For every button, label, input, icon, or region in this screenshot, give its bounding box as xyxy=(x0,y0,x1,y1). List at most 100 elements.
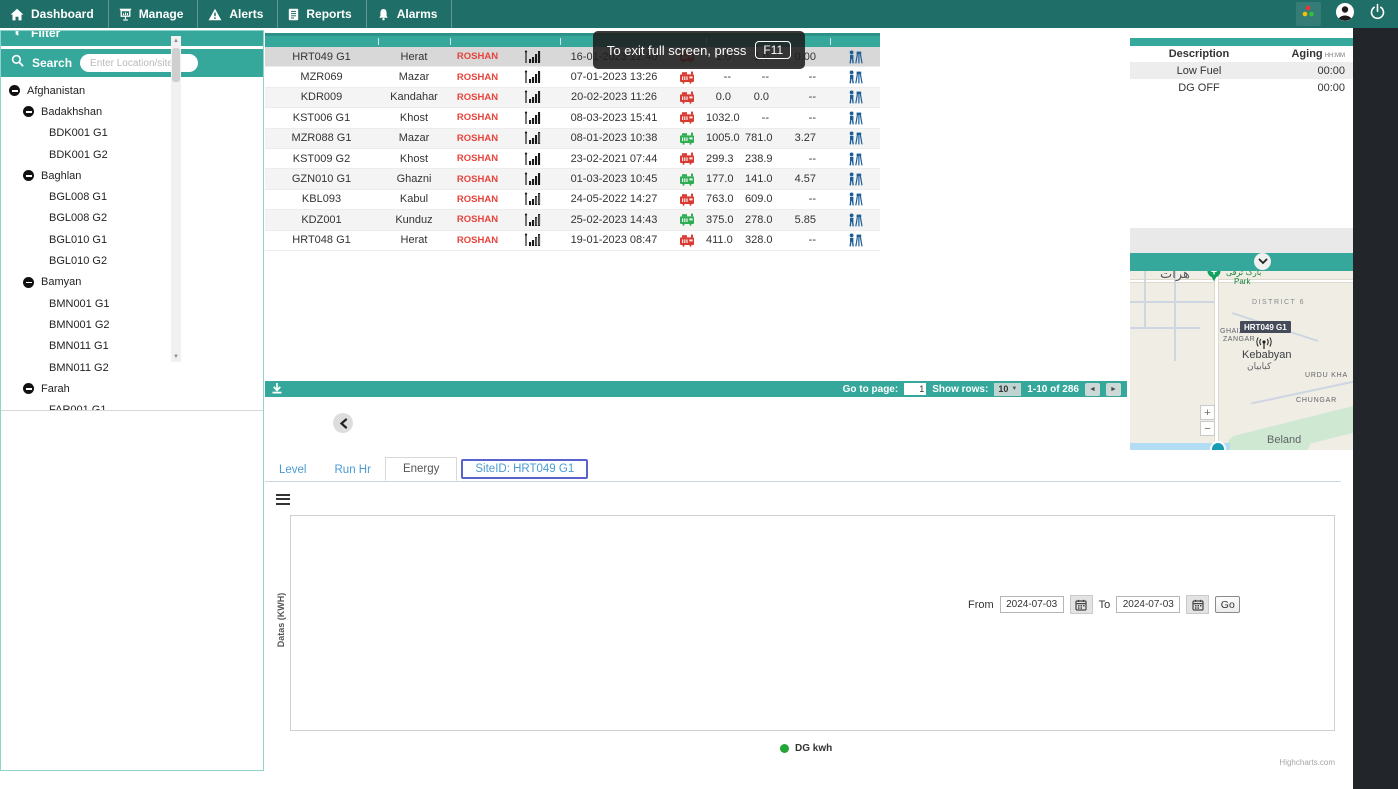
nav-item-alarms[interactable]: Alarms xyxy=(367,0,453,28)
map-site-marker[interactable] xyxy=(1210,441,1226,450)
table-row-kst006-g1[interactable]: KST006 G1KhostROSHAN08-03-2023 15:411032… xyxy=(265,108,880,128)
tab-run-hr[interactable]: Run Hr xyxy=(321,459,385,481)
site-engineer-icon[interactable] xyxy=(830,152,880,166)
go-button[interactable]: Go xyxy=(1215,596,1240,613)
scroll-up-icon[interactable]: ▲ xyxy=(171,36,181,46)
tree-node-bdk001-g2[interactable]: BDK001 G2 xyxy=(1,144,263,165)
table-row-mzr069[interactable]: MZR069MazarROSHAN07-01-2023 13:26------ xyxy=(265,67,880,87)
tree-node-bgl008-g1[interactable]: BGL008 G1 xyxy=(1,186,263,207)
table-row-hrt048-g1[interactable]: HRT048 G1HeratROSHAN19-01-2023 08:47411.… xyxy=(265,231,880,251)
map-collapse-button[interactable] xyxy=(1254,253,1271,270)
tree-node-bmn001-g2[interactable]: BMN001 G2 xyxy=(1,314,263,335)
collapse-node-icon[interactable] xyxy=(23,106,34,117)
value1-cell: 177.0 xyxy=(706,173,745,185)
signal-strength-icon xyxy=(505,70,560,84)
antenna-icon[interactable] xyxy=(1255,337,1273,355)
tree-node-bgl010-g1[interactable]: BGL010 G1 xyxy=(1,229,263,250)
chart-menu-icon[interactable] xyxy=(276,494,290,506)
site-engineer-icon[interactable] xyxy=(830,131,880,145)
tab-siteid-hrt049-g1[interactable]: SiteID: HRT049 G1 xyxy=(461,459,588,479)
tree-node-bmn011-g1[interactable]: BMN011 G1 xyxy=(1,336,263,357)
status-dots-icon[interactable] xyxy=(1296,2,1321,26)
app-root: DashboardManageAlertsReportsAlarms xyxy=(0,0,1398,789)
from-date-input[interactable] xyxy=(1000,596,1064,613)
download-icon[interactable] xyxy=(271,382,283,397)
from-calendar-button[interactable] xyxy=(1070,595,1093,614)
map-place-label-ar: کبابیان xyxy=(1247,362,1271,372)
site-engineer-icon[interactable] xyxy=(830,213,880,227)
collapse-node-icon[interactable] xyxy=(23,383,34,394)
collapse-detail-button[interactable] xyxy=(333,413,353,433)
chart-legend[interactable]: DG kwh xyxy=(780,743,832,754)
table-row-kst009-g2[interactable]: KST009 G2KhostROSHAN23-02-2021 07:44299.… xyxy=(265,149,880,169)
tree-node-badakhshan[interactable]: Badakhshan xyxy=(1,101,263,122)
home-icon xyxy=(10,8,24,21)
site-engineer-icon[interactable] xyxy=(830,111,880,125)
tree-node-farah[interactable]: Farah xyxy=(1,378,263,399)
table-row-kdz001[interactable]: KDZ001KunduzROSHAN25-02-2023 14:43375.02… xyxy=(265,210,880,230)
tree-node-bgl008-g2[interactable]: BGL008 G2 xyxy=(1,208,263,229)
next-page-button[interactable]: ► xyxy=(1106,383,1121,396)
scrollbar-thumb[interactable] xyxy=(172,48,180,82)
page-number-input[interactable] xyxy=(904,383,926,395)
tab-level[interactable]: Level xyxy=(265,459,321,481)
collapse-node-icon[interactable] xyxy=(9,85,20,96)
tree-scrollbar[interactable]: ▲ ▼ xyxy=(171,36,181,362)
prev-page-button[interactable]: ◄ xyxy=(1085,383,1100,396)
collapse-node-icon[interactable] xyxy=(23,170,34,181)
tab-energy[interactable]: Energy xyxy=(385,457,457,481)
site-engineer-icon[interactable] xyxy=(830,192,880,206)
map-zoom-in-button[interactable]: + xyxy=(1200,405,1215,420)
operator-cell: ROSHAN xyxy=(450,174,505,185)
chart-y-axis-label: Datas (KWH) xyxy=(276,560,286,680)
generator-status-icon xyxy=(668,132,706,145)
nav-item-dashboard[interactable]: Dashboard xyxy=(0,0,109,28)
chart-credits[interactable]: Highcharts.com xyxy=(1250,758,1335,767)
filter-bar[interactable]: Filter xyxy=(1,31,263,48)
signal-strength-icon xyxy=(505,192,560,206)
tree-node-bamyan[interactable]: Bamyan xyxy=(1,272,263,293)
to-date-input[interactable] xyxy=(1116,596,1180,613)
to-calendar-button[interactable] xyxy=(1186,595,1209,614)
nav-item-reports[interactable]: Reports xyxy=(278,0,366,28)
site-engineer-icon[interactable] xyxy=(830,50,880,64)
tree-node-far001-g1[interactable]: FAR001 G1 xyxy=(1,399,263,410)
nav-item-alerts[interactable]: Alerts xyxy=(198,0,278,28)
table-row-kbl093[interactable]: KBL093KabulROSHAN24-05-2022 14:27763.060… xyxy=(265,190,880,210)
map-site-badge[interactable]: HRT049 G1 xyxy=(1240,321,1291,333)
location-cell: Khost xyxy=(378,112,450,124)
table-row-mzr088-g1[interactable]: MZR088 G1MazarROSHAN08-01-2023 10:381005… xyxy=(265,129,880,149)
tree-node-bgl010-g2[interactable]: BGL010 G2 xyxy=(1,250,263,271)
tree-node-label: FAR001 G1 xyxy=(49,404,106,410)
alarm-row-low-fuel[interactable]: Low Fuel00:00 xyxy=(1130,62,1353,79)
site-engineer-icon[interactable] xyxy=(830,172,880,186)
map-road xyxy=(1144,271,1146,329)
map-panel-bar xyxy=(1130,253,1353,271)
rows-per-page-dropdown[interactable]: 10 ▼ xyxy=(994,383,1021,396)
fullscreen-tooltip-text: To exit full screen, press xyxy=(607,43,746,58)
alarm-summary-panel: Description AgingHH:MM Low Fuel00:00DG O… xyxy=(1130,38,1353,96)
site-id-cell: KST006 G1 xyxy=(265,112,378,124)
site-engineer-icon[interactable] xyxy=(830,233,880,247)
tree-node-bdk001-g1[interactable]: BDK001 G1 xyxy=(1,123,263,144)
value3-cell: 5.85 xyxy=(783,214,830,226)
operator-cell: ROSHAN xyxy=(450,51,505,62)
site-map[interactable]: هرات بارک ترقی Park DISTRICT 6 GHAIZAN Z… xyxy=(1130,271,1353,450)
power-icon[interactable] xyxy=(1369,3,1386,25)
user-icon[interactable] xyxy=(1335,2,1355,27)
value2-cell: 0.0 xyxy=(745,91,783,103)
tree-node-baghlan[interactable]: Baghlan xyxy=(1,165,263,186)
alarm-row-dg-off[interactable]: DG OFF00:00 xyxy=(1130,79,1353,96)
site-engineer-icon[interactable] xyxy=(830,90,880,104)
scroll-down-icon[interactable]: ▼ xyxy=(171,352,181,362)
table-row-gzn010-g1[interactable]: GZN010 G1GhazniROSHAN01-03-2023 10:45177… xyxy=(265,169,880,189)
site-engineer-icon[interactable] xyxy=(830,70,880,84)
table-row-kdr009[interactable]: KDR009KandaharROSHAN20-02-2023 11:260.00… xyxy=(265,88,880,108)
collapse-node-icon[interactable] xyxy=(23,277,34,288)
nav-item-manage[interactable]: Manage xyxy=(109,0,199,28)
map-zoom-out-button[interactable]: − xyxy=(1200,421,1215,436)
tree-node-bmn001-g1[interactable]: BMN001 G1 xyxy=(1,293,263,314)
tree-node-bmn011-g2[interactable]: BMN011 G2 xyxy=(1,357,263,378)
nav-items: DashboardManageAlertsReportsAlarms xyxy=(0,0,452,28)
tree-node-afghanistan[interactable]: Afghanistan xyxy=(1,80,263,101)
